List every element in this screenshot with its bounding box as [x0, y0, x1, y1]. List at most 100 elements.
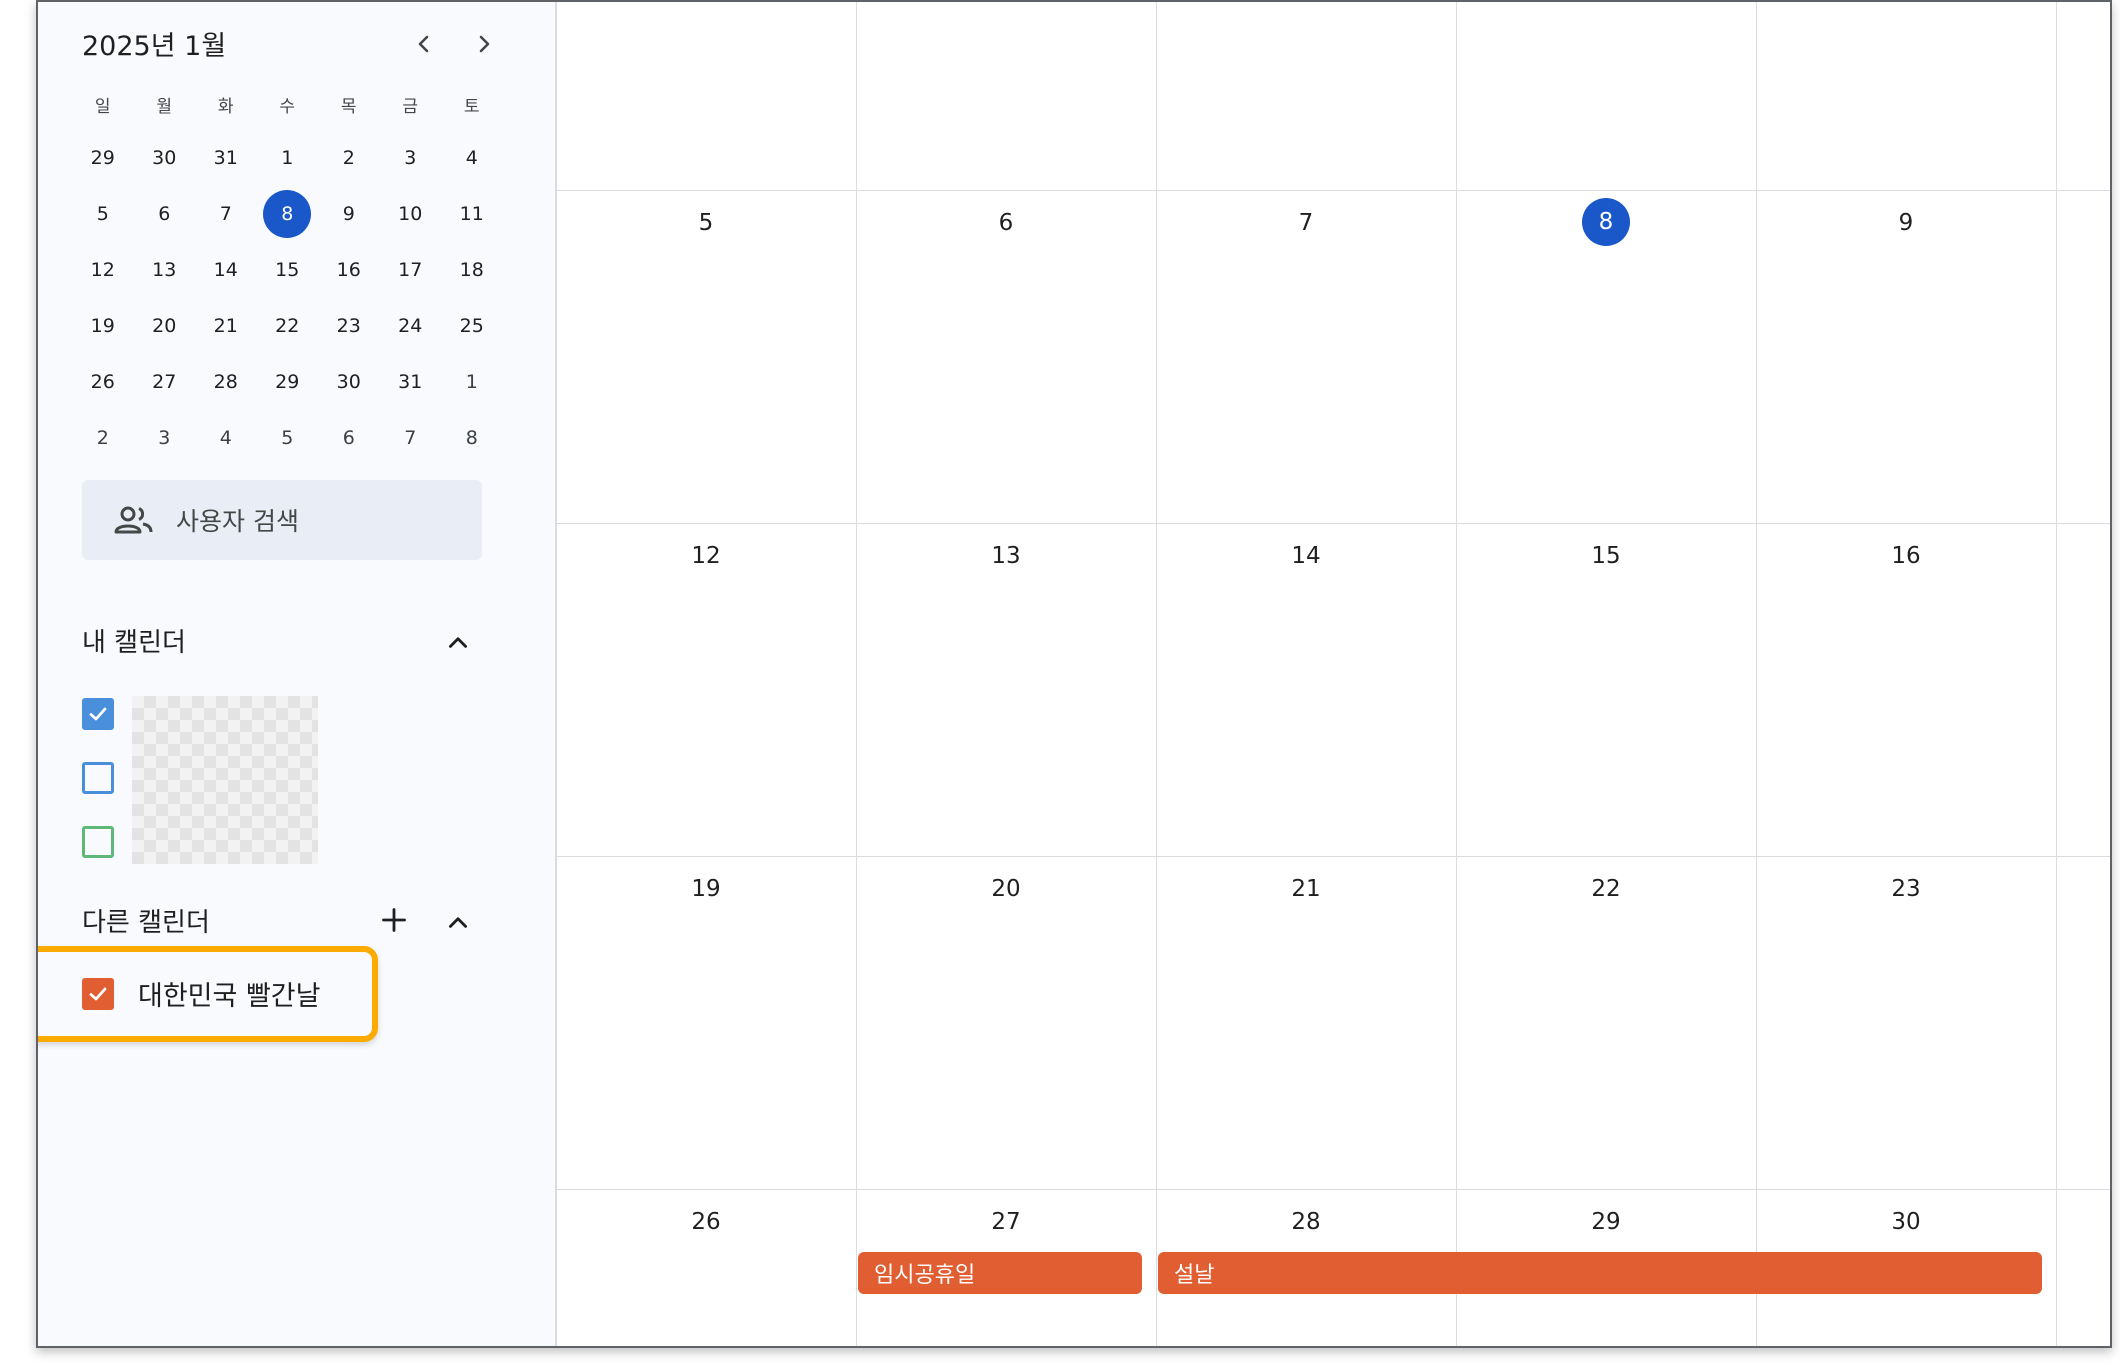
mini-day[interactable]: 31	[380, 354, 442, 410]
my-calendar-checkbox[interactable]	[82, 762, 114, 794]
grid-line	[556, 2, 557, 1346]
mini-day[interactable]: 7	[195, 186, 257, 242]
my-calendars-title: 내 캘린더	[82, 628, 186, 658]
day-cell[interactable]	[856, 2, 1156, 190]
mini-day[interactable]: 27	[134, 354, 196, 410]
mini-day[interactable]: 4	[441, 130, 503, 186]
mini-day[interactable]: 14	[195, 242, 257, 298]
next-month-button[interactable]	[462, 22, 506, 66]
add-calendar-button[interactable]	[372, 898, 416, 942]
mini-day[interactable]: 28	[195, 354, 257, 410]
mini-day[interactable]: 1	[441, 354, 503, 410]
mini-day[interactable]: 5	[72, 186, 134, 242]
weekday-label: 수	[279, 96, 296, 117]
grid-line	[1156, 2, 1157, 1346]
mini-calendar-week: 2 3 4 5 6 7 8	[72, 410, 562, 466]
mini-day[interactable]: 11	[441, 186, 503, 242]
my-calendars-collapse-button[interactable]	[436, 620, 480, 664]
checkmark-icon	[89, 707, 107, 721]
day-number[interactable]: 21	[1266, 876, 1346, 902]
redacted-calendar-names	[132, 696, 318, 864]
mini-day[interactable]: 2	[318, 130, 380, 186]
day-number[interactable]: 5	[666, 210, 746, 236]
day-number[interactable]: 20	[966, 876, 1046, 902]
mini-day[interactable]: 24	[380, 298, 442, 354]
day-cell[interactable]	[1156, 2, 1456, 190]
grid-line	[556, 190, 2110, 191]
mini-calendar-week: 5 6 7 8 9 10 11	[72, 186, 562, 242]
mini-day[interactable]: 22	[257, 298, 319, 354]
mini-day[interactable]: 6	[134, 186, 196, 242]
mini-day[interactable]: 25	[441, 298, 503, 354]
day-number[interactable]: 13	[966, 543, 1046, 569]
chevron-up-icon	[449, 917, 467, 928]
sidebar: 2025년 1월 일 월 화 수 목 금 토 29 30 31 1 2 3 4 …	[38, 2, 556, 1346]
mini-day[interactable]: 4	[195, 410, 257, 466]
mini-day[interactable]: 15	[257, 242, 319, 298]
mini-day[interactable]: 12	[72, 242, 134, 298]
other-calendars-collapse-button[interactable]	[436, 900, 480, 944]
event-chip[interactable]: 임시공휴일	[858, 1252, 1142, 1294]
mini-day[interactable]: 21	[195, 298, 257, 354]
calendar-app: 2025년 1월 일 월 화 수 목 금 토 29 30 31 1 2 3 4 …	[36, 0, 2112, 1348]
mini-calendar-week: 19 20 21 22 23 24 25	[72, 298, 562, 354]
people-search-button[interactable]: 사용자 검색	[82, 480, 482, 560]
mini-day[interactable]: 26	[72, 354, 134, 410]
mini-day[interactable]: 17	[380, 242, 442, 298]
day-number[interactable]: 15	[1566, 543, 1646, 569]
my-calendar-checkbox[interactable]	[82, 826, 114, 858]
mini-day[interactable]: 20	[134, 298, 196, 354]
mini-day[interactable]: 18	[441, 242, 503, 298]
mini-day[interactable]: 7	[380, 410, 442, 466]
holiday-calendar-checkbox[interactable]	[82, 978, 114, 1010]
day-number-today[interactable]: 8	[1566, 198, 1646, 246]
plus-icon	[382, 908, 406, 932]
day-number[interactable]: 28	[1266, 1209, 1346, 1235]
day-number[interactable]: 16	[1866, 543, 1946, 569]
mini-day[interactable]: 9	[318, 186, 380, 242]
day-number[interactable]: 22	[1566, 876, 1646, 902]
day-number[interactable]: 12	[666, 543, 746, 569]
mini-day[interactable]: 3	[380, 130, 442, 186]
event-chip[interactable]: 설날	[1158, 1252, 2042, 1294]
day-number[interactable]: 14	[1266, 543, 1346, 569]
mini-day[interactable]: 5	[257, 410, 319, 466]
mini-day[interactable]: 29	[257, 354, 319, 410]
month-grid: 5 6 7 8 9 12 13 14 15 16 19 20 21 22 23 …	[556, 2, 2110, 1346]
mini-day[interactable]: 30	[134, 130, 196, 186]
mini-day[interactable]: 13	[134, 242, 196, 298]
grid-line	[556, 1189, 2110, 1190]
mini-day[interactable]: 31	[195, 130, 257, 186]
day-number[interactable]: 23	[1866, 876, 1946, 902]
prev-month-button[interactable]	[402, 22, 446, 66]
mini-day[interactable]: 3	[134, 410, 196, 466]
mini-day[interactable]: 19	[72, 298, 134, 354]
mini-day[interactable]: 1	[257, 130, 319, 186]
day-number[interactable]: 29	[1566, 1209, 1646, 1235]
mini-day[interactable]: 2	[72, 410, 134, 466]
mini-day[interactable]: 23	[318, 298, 380, 354]
day-number[interactable]: 27	[966, 1209, 1046, 1235]
mini-day[interactable]: 29	[72, 130, 134, 186]
mini-calendar-week: 26 27 28 29 30 31 1	[72, 354, 562, 410]
mini-day[interactable]: 8	[441, 410, 503, 466]
day-cell[interactable]	[556, 2, 856, 190]
mini-day[interactable]: 16	[318, 242, 380, 298]
day-number[interactable]: 30	[1866, 1209, 1946, 1235]
day-cell[interactable]	[1756, 2, 2056, 190]
my-calendar-checkbox[interactable]	[82, 698, 114, 730]
grid-line	[856, 2, 857, 1346]
day-number[interactable]: 26	[666, 1209, 746, 1235]
mini-day[interactable]: 6	[318, 410, 380, 466]
day-number[interactable]: 9	[1866, 210, 1946, 236]
day-cell[interactable]	[1456, 2, 1756, 190]
holiday-calendar-label[interactable]: 대한민국 빨간날	[138, 974, 320, 1013]
mini-day[interactable]: 30	[318, 354, 380, 410]
day-number[interactable]: 19	[666, 876, 746, 902]
day-number[interactable]: 7	[1266, 210, 1346, 236]
grid-line	[556, 856, 2110, 857]
mini-day-today[interactable]: 8	[257, 186, 319, 242]
mini-day[interactable]: 10	[380, 186, 442, 242]
day-number[interactable]: 6	[966, 210, 1046, 236]
people-icon	[114, 506, 153, 534]
